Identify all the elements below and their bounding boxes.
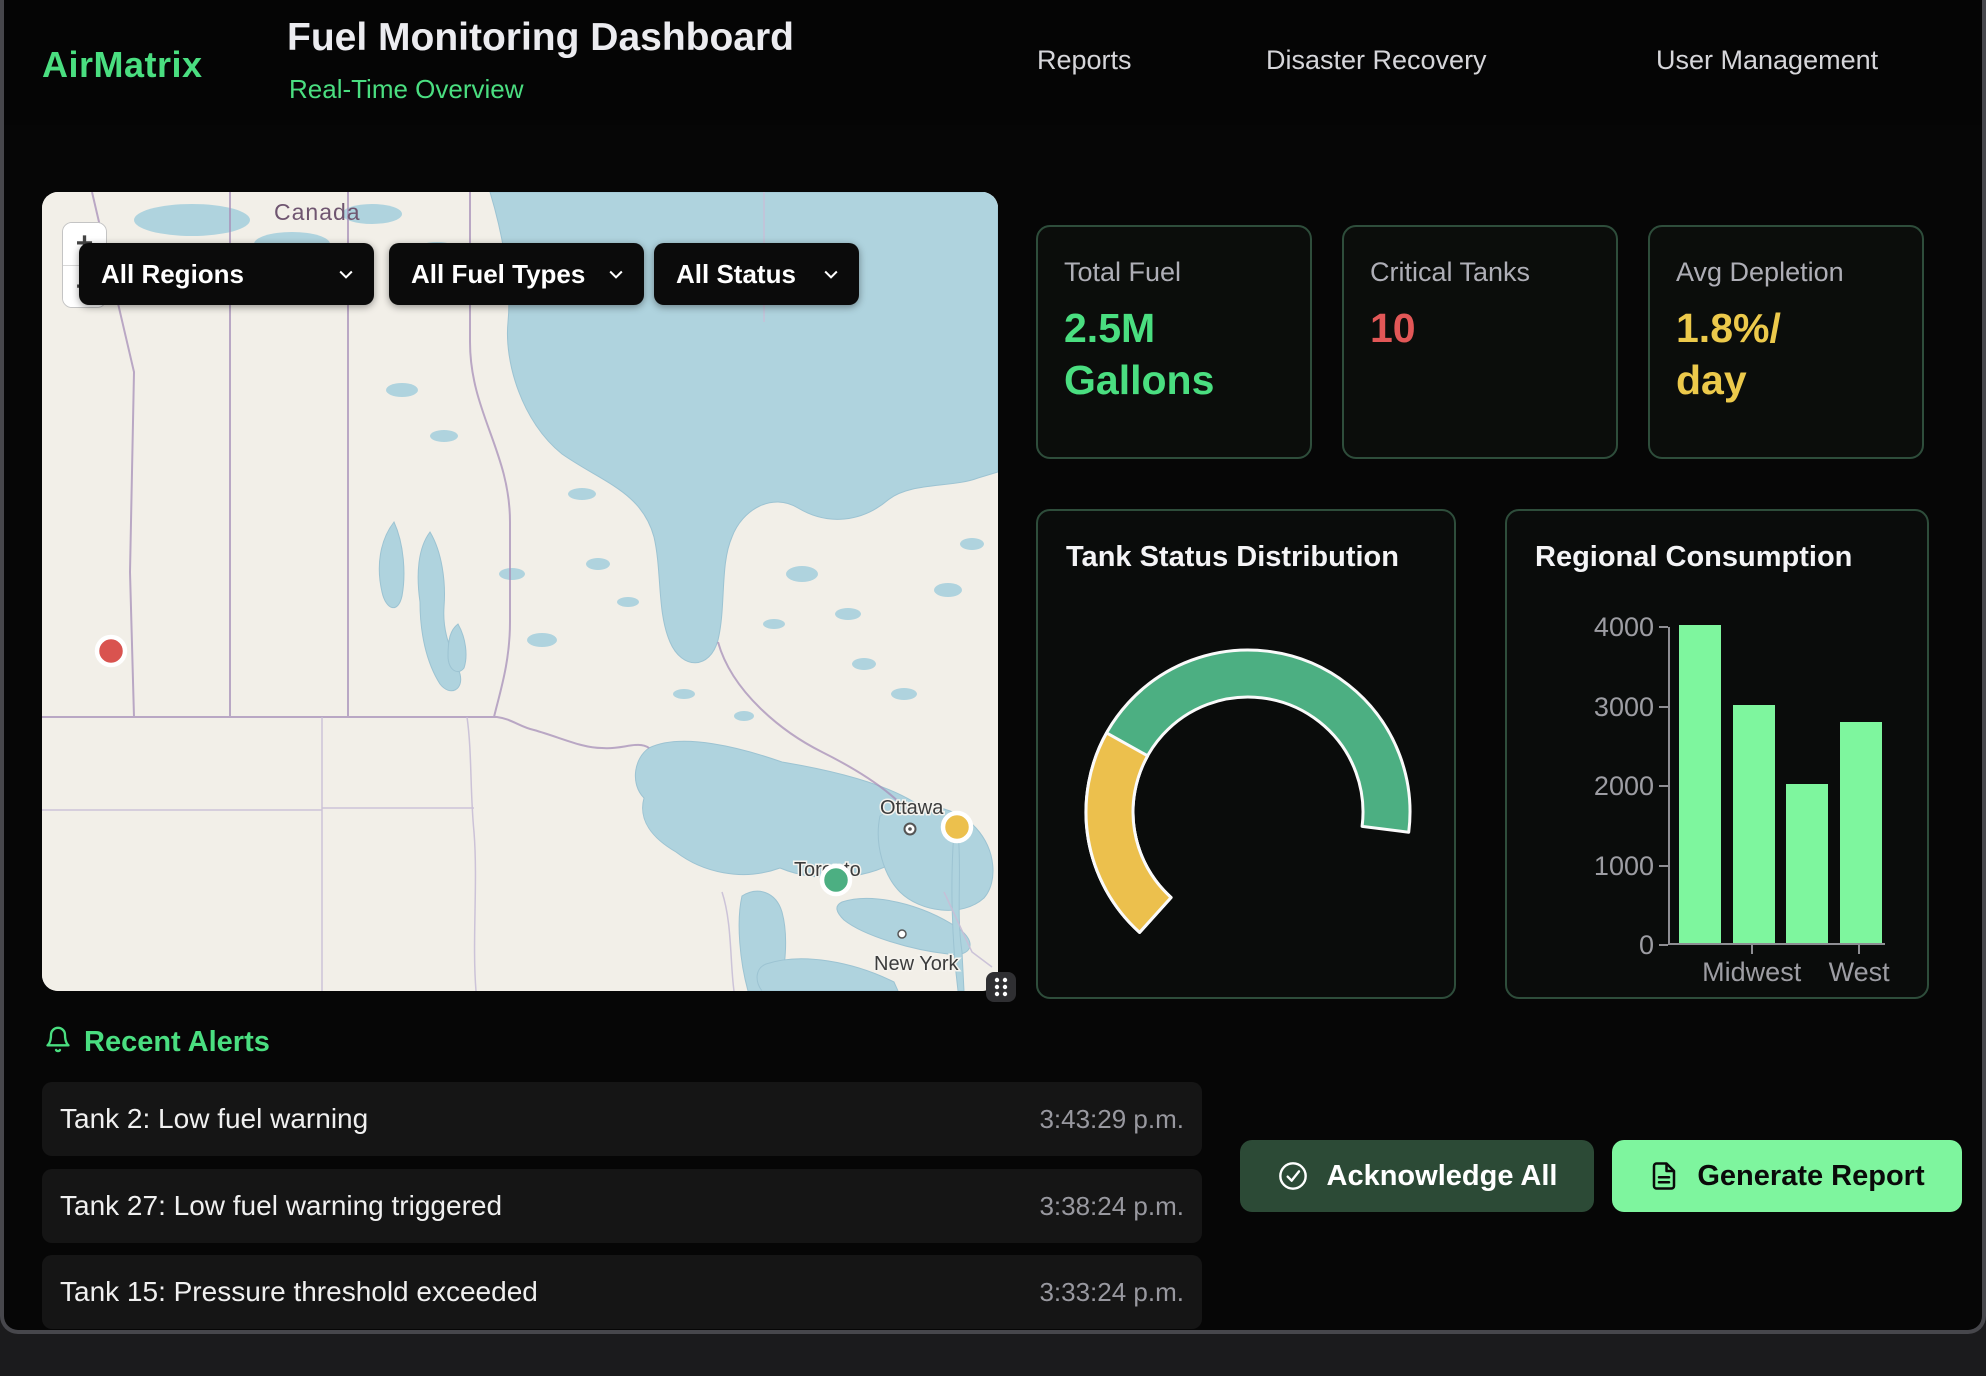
y-axis-tick-mark — [1659, 626, 1668, 628]
bar-1[interactable] — [1733, 705, 1775, 944]
check-circle-icon — [1277, 1160, 1309, 1192]
tank-marker-normal[interactable] — [822, 866, 850, 894]
drag-handle-icon[interactable] — [986, 972, 1016, 1002]
map[interactable]: Canada Ottawa Toronto New York + − All R… — [42, 192, 998, 991]
region-filter-dropdown[interactable]: All Regions — [79, 243, 374, 305]
stat-value: 1.8%/day — [1676, 302, 1802, 406]
nav-item-user-management[interactable]: User Management — [1656, 45, 1878, 76]
recent-alerts-title: Recent Alerts — [84, 1026, 270, 1059]
alert-row[interactable]: Tank 15: Pressure threshold exceeded 3:3… — [42, 1255, 1202, 1329]
alert-message: Tank 15: Pressure threshold exceeded — [60, 1276, 538, 1308]
app-window: AirMatrix Fuel Monitoring Dashboard Real… — [0, 0, 1986, 1334]
map-label-canada: Canada — [274, 199, 361, 225]
y-axis-tick-mark — [1659, 785, 1668, 787]
regional-consumption-bar-chart — [1668, 627, 1885, 945]
nav-item-reports[interactable]: Reports — [1037, 45, 1132, 76]
stat-card-total-fuel: Total Fuel 2.5M Gallons — [1036, 225, 1312, 459]
map-label-newyork: New York — [874, 953, 959, 975]
y-axis-tick-mark — [1659, 706, 1668, 708]
y-axis-tick-mark — [1659, 865, 1668, 867]
bar-0[interactable] — [1679, 625, 1721, 943]
tank-status-panel: Tank Status Distribution — [1036, 509, 1456, 999]
town-marker-newyork — [898, 930, 906, 938]
tank-marker-critical[interactable] — [97, 637, 125, 665]
x-axis-tick-label: West — [1789, 957, 1929, 988]
acknowledge-all-button[interactable]: Acknowledge All — [1240, 1140, 1594, 1212]
regional-consumption-title: Regional Consumption — [1535, 541, 1852, 574]
regional-consumption-panel: Regional Consumption 01000200030004000Mi… — [1505, 509, 1929, 999]
fuel-type-filter-dropdown[interactable]: All Fuel Types — [389, 243, 644, 305]
chevron-down-icon — [336, 264, 356, 284]
town-marker-ottawa — [905, 824, 916, 835]
y-axis-tick-label: 3000 — [1559, 692, 1654, 723]
stat-label: Total Fuel — [1064, 257, 1284, 288]
alert-time: 3:33:24 p.m. — [1039, 1277, 1184, 1308]
map-canvas: Canada Ottawa Toronto New York — [42, 192, 998, 991]
file-text-icon — [1649, 1161, 1679, 1191]
generate-report-button[interactable]: Generate Report — [1612, 1140, 1962, 1212]
nav-item-disaster-recovery[interactable]: Disaster Recovery — [1266, 45, 1487, 76]
bar-2[interactable] — [1786, 784, 1828, 943]
app-header: AirMatrix Fuel Monitoring Dashboard Real… — [4, 0, 1982, 125]
y-axis-tick-label: 0 — [1559, 930, 1654, 961]
stat-value: 2.5M Gallons — [1064, 302, 1264, 406]
map-label-ottawa: Ottawa — [880, 797, 944, 819]
brand-logo[interactable]: AirMatrix — [42, 44, 203, 86]
stat-label: Avg Depletion — [1676, 257, 1896, 288]
y-axis-tick-label: 4000 — [1559, 612, 1654, 643]
acknowledge-all-label: Acknowledge All — [1327, 1160, 1558, 1193]
donut-slice-warning[interactable] — [1086, 733, 1171, 932]
y-axis-tick-mark — [1659, 944, 1668, 946]
alert-message: Tank 2: Low fuel warning — [60, 1103, 368, 1135]
y-axis-tick-label: 2000 — [1559, 771, 1654, 802]
alert-row[interactable]: Tank 2: Low fuel warning 3:43:29 p.m. — [42, 1082, 1202, 1156]
page-subtitle: Real-Time Overview — [289, 74, 524, 105]
generate-report-label: Generate Report — [1697, 1160, 1924, 1193]
alert-time: 3:38:24 p.m. — [1039, 1191, 1184, 1222]
alert-row[interactable]: Tank 27: Low fuel warning triggered 3:38… — [42, 1169, 1202, 1243]
chevron-down-icon — [821, 264, 841, 284]
fuel-type-filter-value: All Fuel Types — [411, 259, 585, 290]
bell-icon — [44, 1024, 72, 1055]
alert-time: 3:43:29 p.m. — [1039, 1104, 1184, 1135]
region-filter-value: All Regions — [101, 259, 244, 290]
status-filter-value: All Status — [676, 259, 796, 290]
alert-message: Tank 27: Low fuel warning triggered — [60, 1190, 502, 1222]
stat-card-critical-tanks: Critical Tanks 10 — [1342, 225, 1618, 459]
stat-value: 10 — [1370, 302, 1590, 354]
page-title: Fuel Monitoring Dashboard — [287, 16, 794, 60]
chevron-down-icon — [606, 264, 626, 284]
x-axis-tick-mark — [1751, 945, 1753, 954]
status-filter-dropdown[interactable]: All Status — [654, 243, 859, 305]
y-axis-tick-label: 1000 — [1559, 851, 1654, 882]
tank-status-donut-chart — [1038, 511, 1458, 1001]
bar-3[interactable] — [1840, 722, 1882, 943]
stat-label: Critical Tanks — [1370, 257, 1590, 288]
desktop-background — [0, 1334, 1986, 1376]
stat-card-avg-depletion: Avg Depletion 1.8%/day — [1648, 225, 1924, 459]
x-axis-tick-mark — [1858, 945, 1860, 954]
tank-marker-warning[interactable] — [943, 813, 971, 841]
